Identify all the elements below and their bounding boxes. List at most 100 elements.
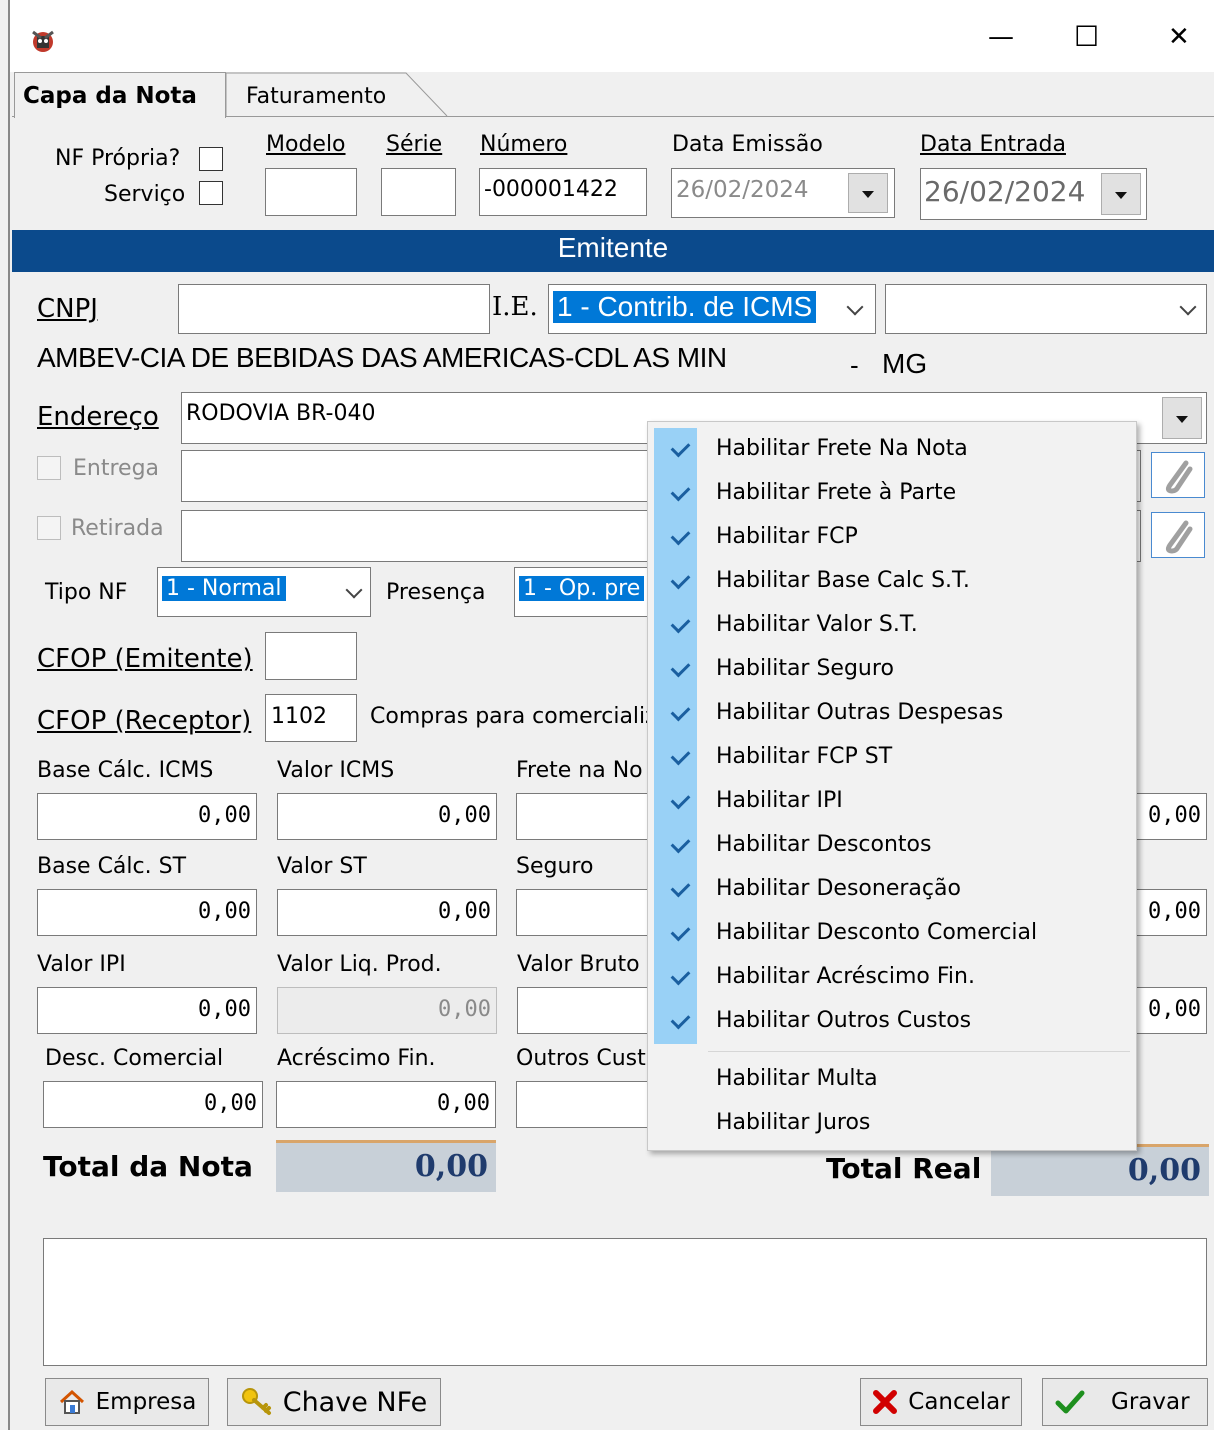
data-entrada-label: Data Entrada xyxy=(920,132,1066,157)
menu-item-label: Habilitar Seguro xyxy=(716,656,894,681)
serie-input[interactable] xyxy=(381,168,456,216)
total-da-nota-value: 0,00 xyxy=(276,1140,496,1192)
menu-item-unchecked[interactable]: Habilitar Juros xyxy=(654,1104,1130,1148)
cfop-receptor-value: 1102 xyxy=(271,704,327,729)
minimize-button[interactable]: — xyxy=(988,22,1014,52)
cfop-emitente-input[interactable] xyxy=(265,632,357,680)
frete-na-nota-input[interactable] xyxy=(516,793,656,840)
ie-select[interactable]: 1 - Contrib. de ICMS xyxy=(548,284,876,334)
menu-item-checked[interactable]: Habilitar Valor S.T. xyxy=(654,606,1130,650)
nf-propria-checkbox[interactable] xyxy=(199,147,223,171)
frete-na-nota-label: Frete na No xyxy=(516,758,643,783)
menu-item-checked[interactable]: Habilitar Frete Na Nota xyxy=(654,430,1130,474)
data-emissao-label: Data Emissão xyxy=(672,132,823,157)
checkmark-icon xyxy=(670,921,691,942)
valor-ipi-input[interactable]: 0,00 xyxy=(37,987,257,1034)
valor-st-label: Valor ST xyxy=(277,854,367,879)
valor-bruto-input[interactable] xyxy=(517,987,657,1034)
menu-item-checked[interactable]: Habilitar Acréscimo Fin. xyxy=(654,958,1130,1002)
menu-item-checked[interactable]: Habilitar Desconto Comercial xyxy=(654,914,1130,958)
cfop-receptor-input[interactable]: 1102 xyxy=(265,694,357,742)
servico-checkbox[interactable] xyxy=(199,181,223,205)
presenca-select[interactable]: 1 - Op. pre xyxy=(514,567,654,617)
entrega-label: Entrega xyxy=(73,456,160,481)
checkmark-icon xyxy=(670,701,691,722)
right-column-input-3[interactable]: 0,00 xyxy=(1134,987,1207,1034)
checkmark-icon xyxy=(670,569,691,590)
menu-item-checked[interactable]: Habilitar IPI xyxy=(654,782,1130,826)
endereco-label: Endereço xyxy=(37,402,159,432)
chave-nfe-button[interactable]: Chave NFe xyxy=(227,1378,441,1426)
menu-item-label: Habilitar Acréscimo Fin. xyxy=(716,964,975,989)
data-emissao-dropdown-button[interactable] xyxy=(848,173,888,213)
checkmark-icon xyxy=(670,833,691,854)
checkmark-icon xyxy=(670,613,691,634)
retirada-edit-button[interactable] xyxy=(1151,512,1205,558)
valor-st-input[interactable]: 0,00 xyxy=(277,889,497,936)
menu-item-label: Habilitar FCP xyxy=(716,524,858,549)
tab-faturamento[interactable]: Faturamento xyxy=(226,72,448,116)
menu-item-label: Habilitar Desconto Comercial xyxy=(716,920,1038,945)
paperclip-icon xyxy=(1165,460,1193,494)
menu-item-checked[interactable]: Habilitar Base Calc S.T. xyxy=(654,562,1130,606)
tipo-nf-chevron-down-icon xyxy=(345,581,363,599)
uf-separator: - xyxy=(850,350,859,380)
data-emissao-picker[interactable]: 26/02/2024 xyxy=(671,168,895,218)
numero-input[interactable]: -000001422 xyxy=(479,168,647,216)
menu-item-checked[interactable]: Habilitar FCP ST xyxy=(654,738,1130,782)
empresa-button[interactable]: Empresa xyxy=(45,1378,209,1426)
valor-liq-prod-input: 0,00 xyxy=(277,987,497,1034)
data-entrada-picker[interactable]: 26/02/2024 xyxy=(920,168,1147,220)
ie-secondary-select[interactable] xyxy=(885,284,1207,334)
menu-item-checked[interactable]: Habilitar Desoneração xyxy=(654,870,1130,914)
checkmark-icon xyxy=(670,525,691,546)
modelo-input[interactable] xyxy=(265,168,357,216)
menu-item-label: Habilitar Outros Custos xyxy=(716,1008,972,1033)
checkmark-icon xyxy=(670,657,691,678)
home-icon xyxy=(59,1389,84,1414)
retirada-checkbox[interactable] xyxy=(37,516,61,540)
menu-item-label: Habilitar Base Calc S.T. xyxy=(716,568,970,593)
right-column-input-1[interactable]: 0,00 xyxy=(1134,793,1207,840)
tab-capa-da-nota[interactable]: Capa da Nota xyxy=(14,72,226,118)
data-entrada-dropdown-button[interactable] xyxy=(1101,173,1141,215)
tipo-nf-select[interactable]: 1 - Normal xyxy=(157,567,371,617)
right-column-input-2[interactable]: 0,00 xyxy=(1134,889,1207,936)
gravar-button[interactable]: Gravar xyxy=(1042,1378,1208,1426)
observacoes-textarea[interactable] xyxy=(43,1238,1207,1366)
menu-item-label: Habilitar Juros xyxy=(716,1110,871,1135)
base-calc-icms-label: Base Cálc. ICMS xyxy=(37,758,214,783)
endereco-value: RODOVIA BR-040 xyxy=(186,401,376,426)
menu-item-label: Habilitar Valor S.T. xyxy=(716,612,918,637)
ie-chevron-down-icon xyxy=(846,298,864,316)
valor-icms-input[interactable]: 0,00 xyxy=(277,793,497,840)
paperclip-icon xyxy=(1165,520,1193,554)
menu-item-label: Habilitar IPI xyxy=(716,788,843,813)
menu-item-checked[interactable]: Habilitar Outros Custos xyxy=(654,1002,1130,1046)
maximize-button[interactable]: ☐ xyxy=(1074,20,1099,53)
seguro-input[interactable] xyxy=(516,889,656,936)
entrega-checkbox[interactable] xyxy=(37,456,61,480)
menu-item-unchecked[interactable]: Habilitar Multa xyxy=(654,1060,1130,1104)
cnpj-input[interactable] xyxy=(178,284,490,334)
base-calc-st-input[interactable]: 0,00 xyxy=(37,889,257,936)
cfop-emitente-label: CFOP (Emitente) xyxy=(37,644,253,674)
cancelar-button[interactable]: Cancelar xyxy=(860,1378,1022,1426)
menu-item-checked[interactable]: Habilitar Outras Despesas xyxy=(654,694,1130,738)
endereco-dropdown-button[interactable] xyxy=(1162,397,1202,439)
checkmark-icon xyxy=(670,1009,691,1030)
menu-item-label: Habilitar Desoneração xyxy=(716,876,961,901)
base-calc-icms-input[interactable]: 0,00 xyxy=(37,793,257,840)
habilitar-context-menu: Habilitar Frete Na Nota Habilitar Frete à… xyxy=(647,421,1137,1151)
menu-item-checked[interactable]: Habilitar Seguro xyxy=(654,650,1130,694)
outros-custos-input[interactable] xyxy=(516,1081,656,1128)
servico-label: Serviço xyxy=(104,182,186,207)
entrega-edit-button[interactable] xyxy=(1151,452,1205,498)
checkmark-icon xyxy=(670,877,691,898)
menu-item-checked[interactable]: Habilitar FCP xyxy=(654,518,1130,562)
menu-item-checked[interactable]: Habilitar Frete à Parte xyxy=(654,474,1130,518)
desc-comercial-input[interactable]: 0,00 xyxy=(43,1081,263,1128)
menu-item-checked[interactable]: Habilitar Descontos xyxy=(654,826,1130,870)
close-button[interactable]: ✕ xyxy=(1168,22,1190,52)
acrescimo-fin-input[interactable]: 0,00 xyxy=(276,1081,496,1128)
